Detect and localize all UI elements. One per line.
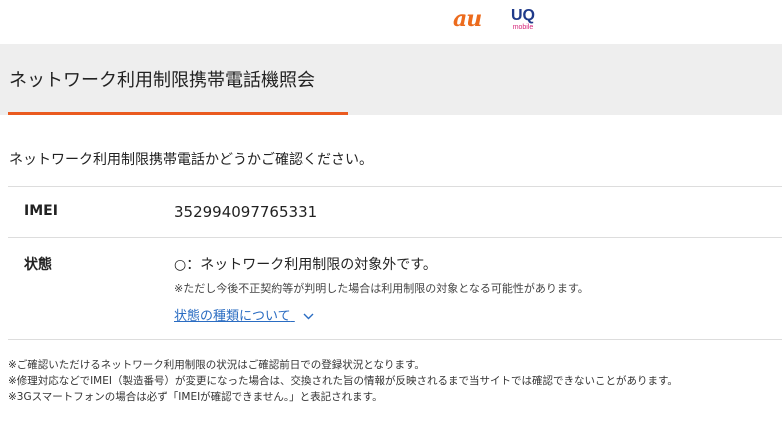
header-bar: au UQ mobile xyxy=(0,0,782,44)
footnote-item: ※修理対応などでIMEI（製造番号）が変更になった場合は、交換された旨の情報が反… xyxy=(8,375,678,387)
status-note: ※ただし今後不正契約等が判明した場合は利用制限の対象となる可能性があります。 xyxy=(174,282,589,295)
status-types-link[interactable]: 状態の種類について xyxy=(174,305,314,324)
title-underline xyxy=(8,112,348,115)
mobile-logo-text: mobile xyxy=(512,24,534,31)
imei-value: 352994097765331 xyxy=(174,203,318,221)
result-table: IMEI 352994097765331 状態 ○：ネットワーク利用制限の対象外… xyxy=(8,186,782,340)
footnote-item: ※ご確認いただけるネットワーク利用制限の状況はご確認前日での登録状況となります。 xyxy=(8,359,425,371)
imei-label: IMEI xyxy=(24,203,58,219)
status-types-link-label: 状態の種類について xyxy=(174,309,291,324)
uq-mobile-logo[interactable]: UQ mobile xyxy=(509,7,537,35)
chevron-down-icon xyxy=(303,309,314,324)
status-value: ○：ネットワーク利用制限の対象外です。 xyxy=(174,257,437,273)
status-row: 状態 ○：ネットワーク利用制限の対象外です。 ※ただし今後不正契約等が判明した場… xyxy=(8,237,782,340)
footnote-item: ※3Gスマートフォンの場合は必ず「IMEIが確認できません。」と表記されます。 xyxy=(8,391,383,403)
intro-text: ネットワーク利用制限携帯電話かどうかご確認ください。 xyxy=(9,152,373,168)
footnotes: ※ご確認いただけるネットワーク利用制限の状況はご確認前日での登録状況となります。… xyxy=(8,357,678,405)
imei-row: IMEI 352994097765331 xyxy=(8,186,782,237)
uq-logo-text: UQ xyxy=(511,7,535,24)
au-logo[interactable]: au xyxy=(453,6,482,32)
title-band: ネットワーク利用制限携帯電話機照会 xyxy=(0,44,782,115)
page-title: ネットワーク利用制限携帯電話機照会 xyxy=(9,70,315,91)
status-label: 状態 xyxy=(24,257,52,273)
